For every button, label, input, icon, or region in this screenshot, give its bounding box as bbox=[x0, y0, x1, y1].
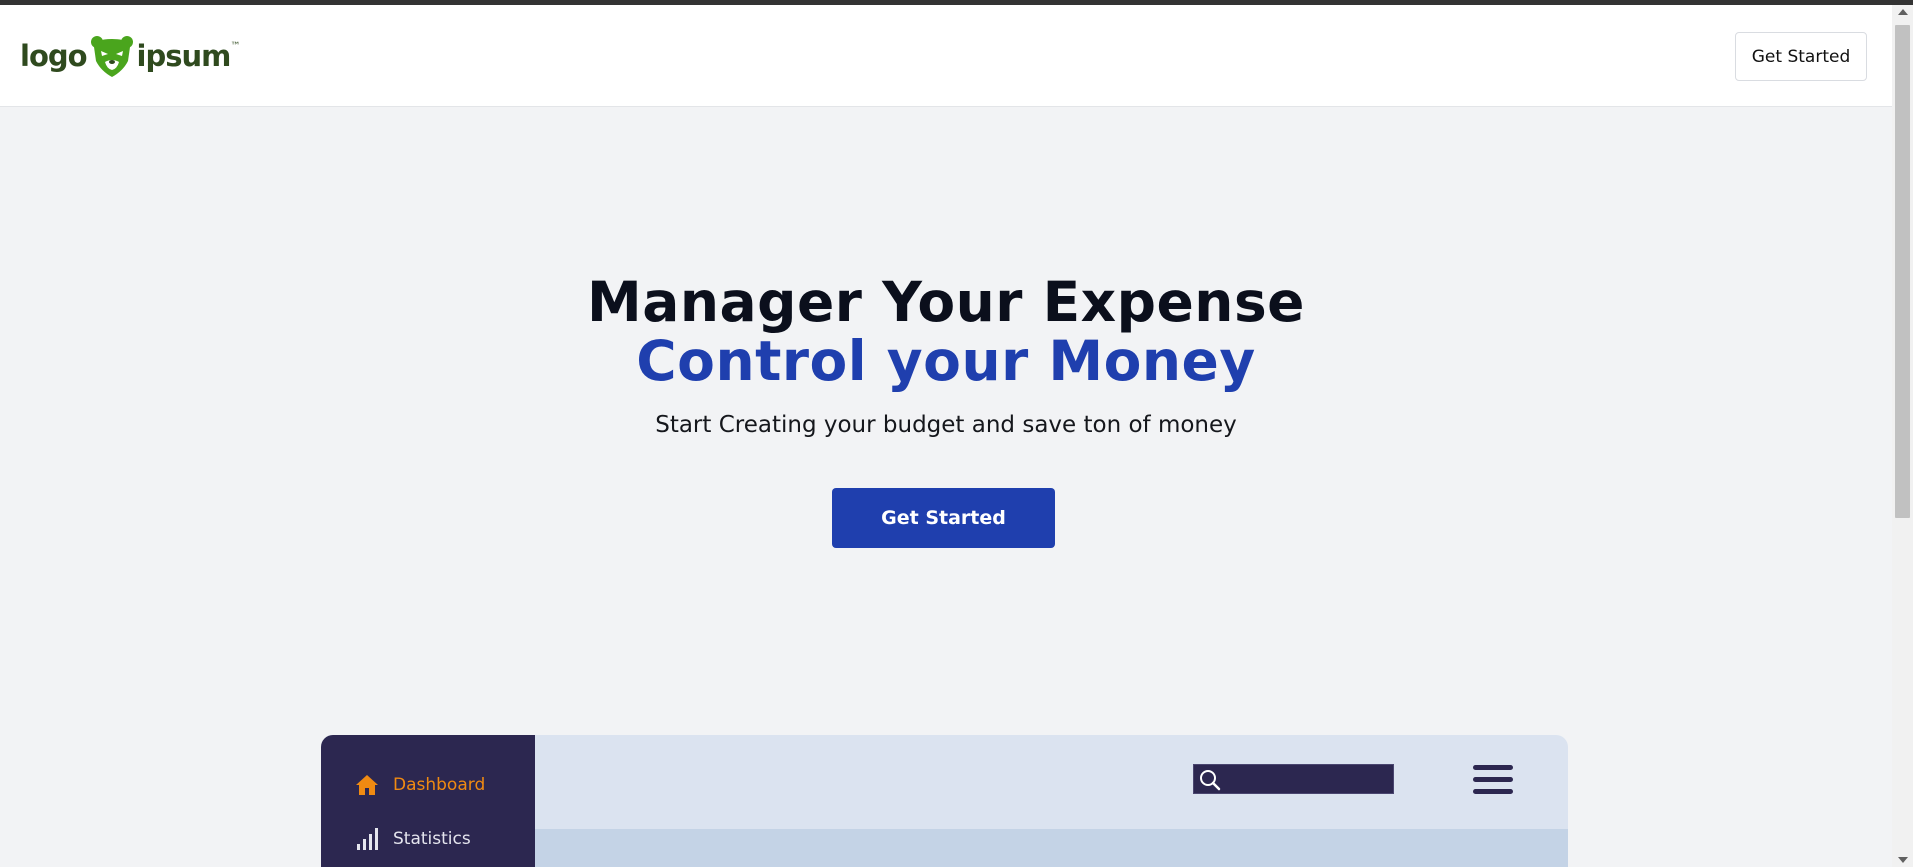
logo-word-left: logo bbox=[20, 39, 88, 73]
search-icon bbox=[1200, 770, 1221, 791]
logo[interactable]: logo ipsum ™ bbox=[20, 33, 240, 79]
sidebar-item-label: Dashboard bbox=[393, 775, 486, 795]
hamburger-menu-icon[interactable] bbox=[1473, 763, 1513, 797]
header-get-started-button[interactable]: Get Started bbox=[1735, 32, 1867, 81]
trademark-symbol: ™ bbox=[230, 41, 241, 52]
preview-content-area bbox=[535, 829, 1568, 867]
sidebar-item-label: Statistics bbox=[393, 829, 471, 849]
sidebar-item-statistics[interactable]: Statistics bbox=[355, 827, 471, 851]
hero-title-line1: Manager Your Expense bbox=[587, 270, 1305, 334]
home-icon bbox=[356, 775, 378, 795]
hero-subtitle: Start Creating your budget and save ton … bbox=[655, 412, 1237, 438]
logo-word-right: ipsum bbox=[136, 39, 232, 73]
scroll-down-arrow-icon[interactable] bbox=[1898, 857, 1908, 863]
sidebar-item-dashboard[interactable]: Dashboard bbox=[355, 773, 485, 797]
vertical-scrollbar[interactable] bbox=[1892, 5, 1913, 867]
dashboard-preview: Dashboard Statistics bbox=[321, 735, 1568, 867]
bear-logo-icon bbox=[90, 36, 133, 77]
hero-get-started-button[interactable]: Get Started bbox=[832, 488, 1055, 548]
scroll-up-arrow-icon[interactable] bbox=[1898, 9, 1908, 15]
preview-sidebar: Dashboard Statistics bbox=[321, 735, 535, 867]
site-header: logo ipsum ™ Get Started bbox=[0, 5, 1892, 107]
bar-chart-icon bbox=[357, 828, 378, 850]
scrollbar-thumb[interactable] bbox=[1895, 25, 1910, 518]
hero-title-line2: Control your Money bbox=[636, 329, 1256, 393]
preview-search-input[interactable] bbox=[1193, 764, 1394, 794]
